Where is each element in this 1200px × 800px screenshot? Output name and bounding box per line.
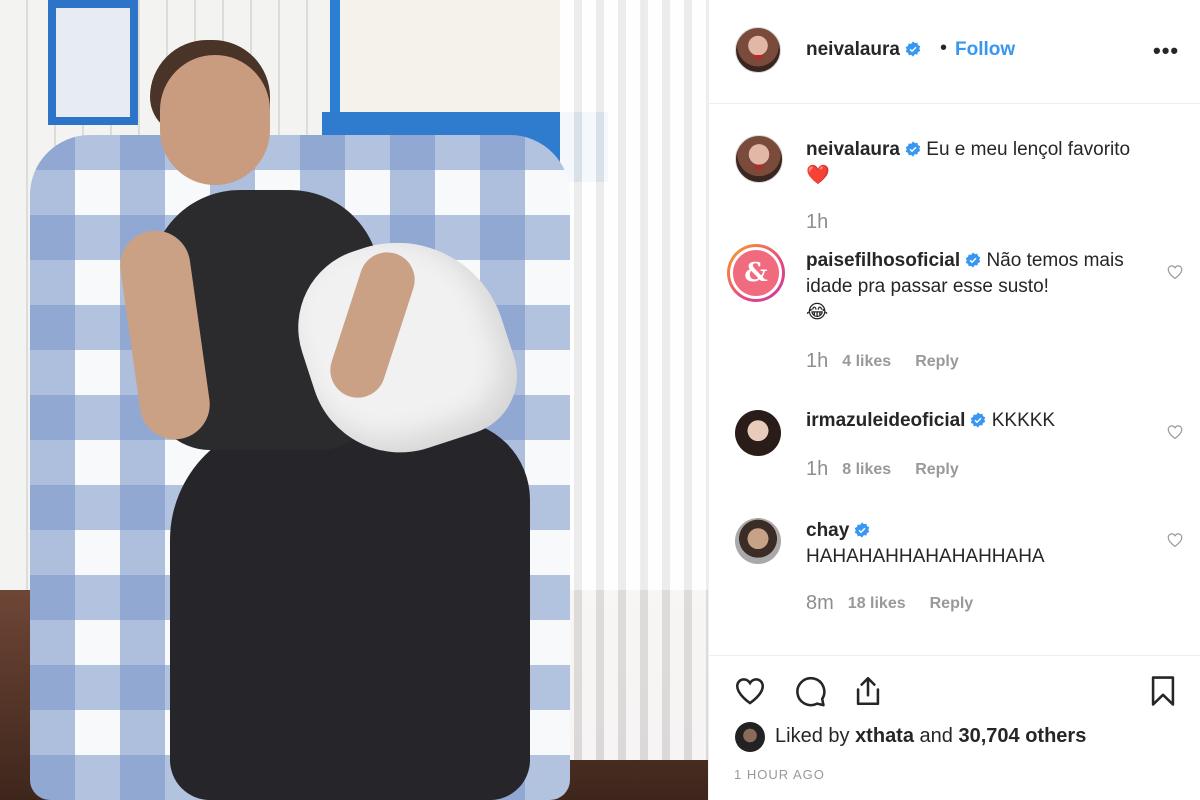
photo-frame	[48, 0, 138, 125]
like-comment-heart-icon[interactable]	[1166, 531, 1184, 549]
verified-badge-icon	[965, 252, 981, 268]
comment-avatar[interactable]	[735, 410, 781, 456]
comment-body: KKKKK	[991, 410, 1056, 431]
comment-avatar[interactable]	[735, 518, 781, 564]
comment-icon[interactable]	[793, 674, 827, 708]
post-caption: neivalaura Eu e meu lençol favorito ❤️ 1…	[709, 135, 1200, 235]
more-options-icon[interactable]: •••	[1153, 38, 1179, 64]
caption-time[interactable]: 1h	[806, 211, 828, 234]
verified-badge-icon	[905, 141, 921, 157]
caption-avatar[interactable]	[735, 135, 783, 183]
comment-time[interactable]: 8m	[806, 592, 834, 615]
post-photo[interactable]	[0, 0, 708, 800]
verified-badge-icon	[971, 412, 986, 428]
post-sidebar: neivalaura • Follow ••• neivalaura Eu e …	[708, 0, 1200, 800]
heart-icon[interactable]	[733, 674, 767, 708]
comment-likes[interactable]: 4 likes	[842, 353, 891, 371]
comment-meta: 1h 8 likes Reply	[806, 458, 959, 481]
liked-and: and	[919, 725, 953, 747]
verified-badge-icon	[905, 41, 921, 57]
comment-meta: 1h 4 likes Reply	[806, 350, 959, 373]
author-username-text[interactable]: neivalaura	[806, 39, 900, 60]
photo-legs	[170, 420, 530, 800]
bookmark-icon[interactable]	[1146, 674, 1180, 708]
comment-likes[interactable]: 18 likes	[848, 595, 906, 613]
liked-user[interactable]: xthata	[855, 725, 914, 747]
liked-by-avatar[interactable]	[735, 722, 765, 752]
reply-button[interactable]: Reply	[915, 353, 959, 371]
liked-prefix: Liked by	[775, 725, 850, 747]
comment-username[interactable]: irmazuleideoficial	[806, 410, 965, 431]
comment-meta: 8m 18 likes Reply	[806, 592, 973, 615]
comment-item: & paisefilhosoficial Não temos mais idad…	[709, 244, 1200, 384]
post-actions: Liked by xthata and 30,704 others 1 HOUR…	[709, 655, 1200, 800]
follow-button[interactable]: Follow	[955, 39, 1015, 61]
share-icon[interactable]	[851, 674, 885, 708]
caption-meta: 1h	[806, 211, 842, 234]
comment-likes[interactable]: 8 likes	[842, 461, 891, 479]
caption-emoji: ❤️	[806, 165, 830, 186]
comment-avatar-mark: &	[730, 247, 782, 299]
comment-text: irmazuleideoficial KKKKK	[806, 408, 1166, 434]
comment-item: irmazuleideoficial KKKKK 1h 8 likes Repl…	[709, 408, 1200, 488]
author-username[interactable]: neivalaura	[806, 39, 921, 61]
comment-time[interactable]: 1h	[806, 458, 828, 481]
comment-text: paisefilhosoficial Não temos mais idade …	[806, 248, 1166, 326]
comment-username[interactable]: chay	[806, 520, 849, 541]
caption-body: Eu e meu lençol favorito	[926, 139, 1131, 160]
reply-button[interactable]: Reply	[930, 595, 974, 613]
comment-text: chay HAHAHAHHAHAHAHHAHA	[806, 518, 1166, 570]
liked-count[interactable]: 30,704 others	[958, 725, 1086, 747]
comment-emoji: 😂	[806, 302, 829, 323]
verified-badge-icon	[855, 522, 870, 538]
reply-button[interactable]: Reply	[915, 461, 959, 479]
caption-username[interactable]: neivalaura	[806, 139, 900, 160]
comment-item: chay HAHAHAHHAHAHAHHAHA 8m 18 likes Repl…	[709, 518, 1200, 618]
post-header: neivalaura • Follow •••	[709, 0, 1200, 104]
comment-avatar[interactable]: &	[727, 244, 785, 302]
photo-head	[160, 55, 270, 185]
comment-body: HAHAHAHHAHAHAHHAHA	[806, 546, 1045, 567]
photo-curtain	[560, 0, 708, 760]
comment-time[interactable]: 1h	[806, 350, 828, 373]
comment-username[interactable]: paisefilhosoficial	[806, 250, 960, 271]
liked-by-text[interactable]: Liked by xthata and 30,704 others	[775, 725, 1086, 748]
like-comment-heart-icon[interactable]	[1166, 423, 1184, 441]
separator-dot: •	[940, 37, 948, 59]
like-comment-heart-icon[interactable]	[1166, 263, 1184, 281]
caption-text: neivalaura Eu e meu lençol favorito ❤️	[806, 137, 1166, 189]
author-avatar[interactable]	[735, 27, 781, 73]
post-timestamp[interactable]: 1 HOUR AGO	[734, 767, 825, 782]
